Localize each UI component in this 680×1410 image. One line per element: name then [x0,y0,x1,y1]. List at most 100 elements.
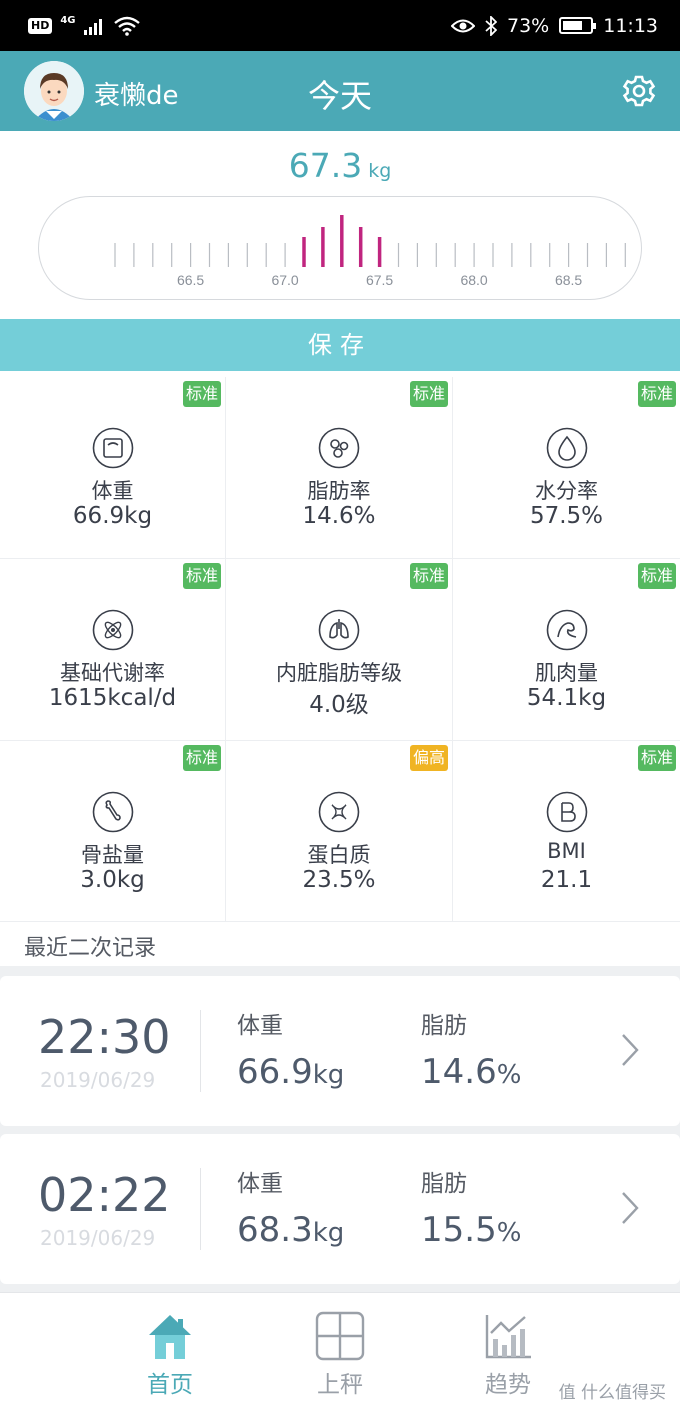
status-badge: 标准 [637,563,676,589]
metric-value: 21.1 [540,867,593,893]
metric-value: 23.5% [302,867,376,893]
nav-home[interactable]: 首页 [110,1311,230,1399]
nav-label: 趋势 [485,1372,531,1398]
ruler-label: 66.5 [177,272,204,288]
nav-label: 上秤 [317,1372,363,1398]
scale-icon [92,427,133,469]
watermark: 值 什么值得买 [558,1383,666,1403]
status-badge: 标准 [182,563,221,589]
trend-chart-icon [485,1315,531,1359]
hd-badge: HD [28,17,53,34]
recent-records-title: 最近二次记录 [24,936,157,961]
metric-label: 水分率 [535,479,598,503]
app-header: 衰懒de 今天 [0,51,680,131]
metric-label: 内脏脂肪等级 [276,661,402,685]
nav-weigh[interactable]: 上秤 [280,1311,400,1399]
signal-icon [83,18,102,35]
record-divider [200,1010,201,1092]
chevron-right-icon[interactable] [620,1033,640,1067]
record-weight-value: 66.9kg [237,1052,345,1092]
metric-value: 14.6% [302,503,376,529]
weight-unit: kg [368,160,392,182]
metric-label: 肌肉量 [535,661,598,685]
status-badge: 标准 [182,381,221,407]
battery-icon [559,17,597,34]
home-icon [149,1315,191,1359]
water-drop-icon [546,427,587,469]
metric-value: 1615kcal/d [48,685,177,711]
metric-value: 3.0kg [80,867,145,893]
record-fat-label: 脂肪 [421,1171,467,1197]
muscle-arm-icon [546,609,587,651]
metric-label: 脂肪率 [307,479,371,503]
metric-value: 54.1kg [526,685,607,711]
metric-card[interactable]: 标准基础代谢率 1615kcal/d [0,559,226,741]
wifi-icon [113,16,140,36]
save-button[interactable]: 保存 [0,319,680,371]
record-divider [200,1168,201,1250]
record-time: 22:30 [38,1010,171,1064]
metric-label: BMI [547,839,586,863]
record-fat-label: 脂肪 [421,1013,467,1039]
ruler-label: 67.0 [271,272,298,288]
record-card[interactable]: 02:22 2019/06/29 体重 68.3kg 脂肪 15.5% [0,1134,680,1284]
status-right: 73% 11:13 [451,15,658,37]
metric-card[interactable]: 标准体重 66.9kg [0,377,226,559]
protein-icon [318,791,360,833]
metric-card[interactable]: 标准内脏脂肪等级 4.0级 [226,559,453,741]
metric-label: 体重 [91,479,134,503]
status-badge: 标准 [182,745,221,771]
status-badge: 标准 [409,563,448,589]
record-date: 2019/06/29 [40,1226,156,1250]
record-date: 2019/06/29 [40,1068,156,1092]
network-type: 4G [60,14,76,26]
record-weight-value: 68.3kg [237,1210,345,1250]
status-bar: HD 4G 73% 11:13 [0,0,680,51]
metric-label: 蛋白质 [307,843,371,867]
eye-comfort-icon [451,19,475,32]
bone-icon [92,791,133,833]
weight-ruler[interactable]: 66.5 67.0 67.5 68.0 68.5 [38,196,642,300]
record-fat-value: 15.5% [421,1210,522,1250]
ruler-label: 67.5 [366,272,393,288]
status-badge: 标准 [637,745,676,771]
metric-card[interactable]: 标准 BMI 21.1 [453,741,680,922]
gear-icon[interactable] [622,74,656,108]
page-title: 今天 [307,77,372,115]
metric-value: 66.9kg [72,503,153,529]
scale-grid-icon [315,1311,365,1361]
status-left: HD 4G [28,14,140,36]
metric-value: 57.5% [529,503,604,529]
record-time: 02:22 [38,1168,171,1222]
metric-card[interactable]: 偏高蛋白质 23.5% [226,741,453,922]
atom-icon [92,609,133,651]
ruler-scale[interactable]: 66.5 67.0 67.5 68.0 68.5 [39,197,643,301]
metric-label: 基础代谢率 [60,661,165,685]
record-fat-value: 14.6% [421,1052,522,1092]
weight-value: 67.3 [288,146,363,185]
ruler-label: 68.5 [555,272,582,288]
weight-readout: 67.3 kg [0,146,680,185]
ruler-label: 68.0 [460,272,487,288]
metric-card[interactable]: 标准脂肪率 14.6% [226,377,453,559]
fat-cells-icon [318,427,360,469]
record-weight-label: 体重 [237,1171,283,1197]
record-weight-label: 体重 [237,1013,283,1039]
metric-label: 骨盐量 [81,843,144,867]
record-card[interactable]: 22:30 2019/06/29 体重 66.9kg 脂肪 14.6% [0,976,680,1126]
nav-trend[interactable]: 趋势 [448,1311,568,1399]
status-badge: 标准 [637,381,676,407]
status-time: 11:13 [603,14,658,37]
metric-card[interactable]: 标准肌肉量 54.1kg [453,559,680,741]
status-badge: 标准 [409,381,448,407]
metric-card[interactable]: 标准水分率 57.5% [453,377,680,559]
status-badge: 偏高 [409,745,448,771]
bluetooth-icon [485,15,497,36]
nav-label: 首页 [147,1372,193,1398]
metrics-grid: 标准 体重 66.9kg 标准 脂肪率 14.6% 标准 水分率 57.5% 标准 基础代谢率 161… [0,377,680,922]
lungs-icon [318,609,360,651]
records-list: 22:30 2019/06/29 体重 66.9kg 脂肪 14.6% 02:2… [0,966,680,1292]
chevron-right-icon[interactable] [620,1191,640,1225]
metric-card[interactable]: 标准骨盐量 3.0kg [0,741,226,922]
metric-value: 4.0级 [309,692,369,718]
